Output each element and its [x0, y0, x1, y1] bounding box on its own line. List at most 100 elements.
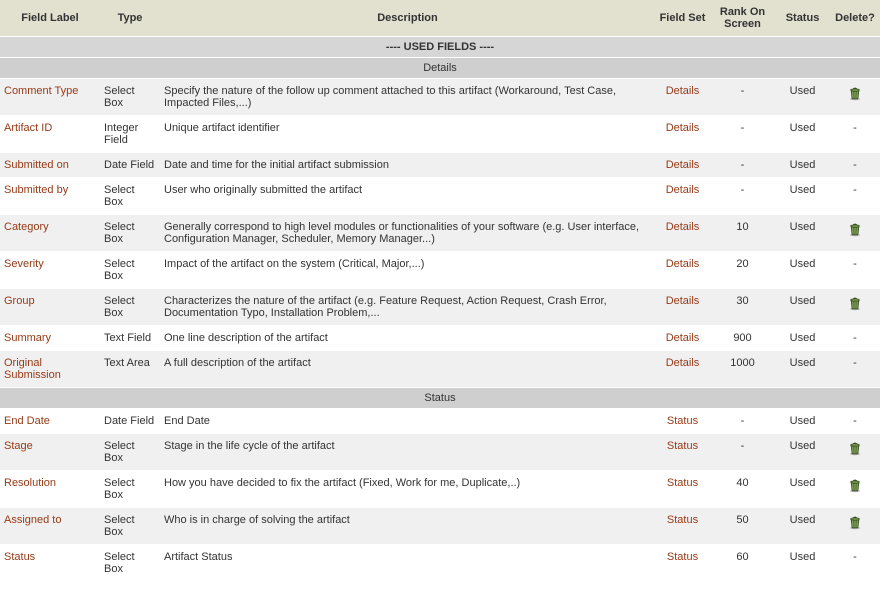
table-row: SummaryText FieldOne line description of… — [0, 326, 880, 351]
table-row: End DateDate FieldEnd DateStatus-Used- — [0, 409, 880, 434]
field-rank: 20 — [710, 252, 775, 289]
field-label-link[interactable]: End Date — [4, 415, 50, 427]
field-rank: 40 — [710, 471, 775, 508]
fieldset-link[interactable]: Details — [666, 258, 700, 270]
col-header-rank: Rank On Screen — [710, 0, 775, 37]
field-rank: - — [710, 409, 775, 434]
trash-icon[interactable] — [847, 221, 863, 237]
field-rank: 900 — [710, 326, 775, 351]
col-header-fieldset: Field Set — [655, 0, 710, 37]
fieldset-link[interactable]: Details — [666, 184, 700, 196]
field-rank: - — [710, 153, 775, 178]
field-type: Select Box — [100, 178, 160, 215]
field-type: Text Field — [100, 326, 160, 351]
table-row: StageSelect BoxStage in the life cycle o… — [0, 434, 880, 471]
field-description: End Date — [160, 409, 655, 434]
table-row: Category Select BoxGenerally correspond t… — [0, 215, 880, 252]
field-rank: 60 — [710, 545, 775, 582]
field-delete: - — [830, 252, 880, 289]
field-type: Date Field — [100, 409, 160, 434]
group-header-label: Status — [0, 388, 880, 409]
fieldset-link[interactable]: Status — [667, 477, 698, 489]
field-status: Used — [775, 178, 830, 215]
table-row: StatusSelect BoxArtifact StatusStatus60U… — [0, 545, 880, 582]
table-row: Submitted onDate FieldDate and time for … — [0, 153, 880, 178]
field-delete: - — [830, 116, 880, 153]
field-label-link[interactable]: Severity — [4, 258, 44, 270]
fieldset-link[interactable]: Details — [666, 221, 700, 233]
fieldset-link[interactable]: Details — [666, 332, 700, 344]
field-status: Used — [775, 471, 830, 508]
field-description: Characterizes the nature of the artifact… — [160, 289, 655, 326]
fieldset-link[interactable]: Status — [667, 415, 698, 427]
fields-table: Field Label Type Description Field Set R… — [0, 0, 880, 582]
fieldset-link[interactable]: Details — [666, 122, 700, 134]
col-header-delete: Delete? — [830, 0, 880, 37]
field-label-link[interactable]: Original Submission — [4, 357, 61, 381]
trash-icon[interactable] — [847, 440, 863, 456]
trash-icon[interactable] — [847, 514, 863, 530]
field-label-link[interactable]: Group — [4, 295, 35, 307]
field-delete: - — [830, 409, 880, 434]
field-rank: 1000 — [710, 351, 775, 388]
fieldset-link[interactable]: Details — [666, 159, 700, 171]
field-label-link[interactable]: Stage — [4, 440, 33, 452]
field-description: A full description of the artifact — [160, 351, 655, 388]
field-label-link[interactable]: Status — [4, 551, 35, 563]
field-rank: - — [710, 116, 775, 153]
fieldset-link[interactable]: Status — [667, 440, 698, 452]
col-header-desc: Description — [160, 0, 655, 37]
field-status: Used — [775, 434, 830, 471]
trash-icon[interactable] — [847, 85, 863, 101]
section-header-label: ---- USED FIELDS ---- — [0, 37, 880, 58]
field-status: Used — [775, 289, 830, 326]
field-type: Text Area — [100, 351, 160, 388]
field-description: Impact of the artifact on the system (Cr… — [160, 252, 655, 289]
field-delete: - — [830, 351, 880, 388]
field-description: How you have decided to fix the artifact… — [160, 471, 655, 508]
field-label-link[interactable]: Submitted by — [4, 184, 68, 196]
field-rank: 50 — [710, 508, 775, 545]
field-rank: - — [710, 79, 775, 116]
field-rank: 10 — [710, 215, 775, 252]
field-status: Used — [775, 215, 830, 252]
trash-icon[interactable] — [847, 477, 863, 493]
field-status: Used — [775, 351, 830, 388]
field-delete: - — [830, 326, 880, 351]
field-rank: - — [710, 434, 775, 471]
col-header-label: Field Label — [0, 0, 100, 37]
field-label-link[interactable]: Submitted on — [4, 159, 69, 171]
field-description: Generally correspond to high level modul… — [160, 215, 655, 252]
fieldset-link[interactable]: Status — [667, 551, 698, 563]
fieldset-link[interactable]: Details — [666, 85, 700, 97]
field-status: Used — [775, 79, 830, 116]
field-description: Specify the nature of the follow up comm… — [160, 79, 655, 116]
table-row: Artifact IDInteger FieldUnique artifact … — [0, 116, 880, 153]
field-delete: - — [830, 545, 880, 582]
field-status: Used — [775, 116, 830, 153]
field-type: Select Box — [100, 79, 160, 116]
field-label-link[interactable]: Artifact ID — [4, 122, 52, 134]
field-label-link[interactable]: Category — [4, 221, 49, 233]
group-header-label: Details — [0, 58, 880, 79]
field-delete: - — [830, 153, 880, 178]
trash-icon[interactable] — [847, 295, 863, 311]
field-description: User who originally submitted the artifa… — [160, 178, 655, 215]
field-rank: 30 — [710, 289, 775, 326]
field-type: Select Box — [100, 545, 160, 582]
field-delete: - — [830, 178, 880, 215]
field-status: Used — [775, 153, 830, 178]
field-label-link[interactable]: Assigned to — [4, 514, 61, 526]
table-row: Comment Type Select BoxSpecify the nature… — [0, 79, 880, 116]
fieldset-link[interactable]: Details — [666, 295, 700, 307]
group-header-row: Status — [0, 388, 880, 409]
field-type: Select Box — [100, 215, 160, 252]
field-label-link[interactable]: Comment Type — [4, 85, 78, 97]
table-row: ResolutionSelect BoxHow you have decided… — [0, 471, 880, 508]
field-label-link[interactable]: Summary — [4, 332, 51, 344]
col-header-type: Type — [100, 0, 160, 37]
field-label-link[interactable]: Resolution — [4, 477, 56, 489]
fieldset-link[interactable]: Status — [667, 514, 698, 526]
fieldset-link[interactable]: Details — [666, 357, 700, 369]
field-type: Date Field — [100, 153, 160, 178]
